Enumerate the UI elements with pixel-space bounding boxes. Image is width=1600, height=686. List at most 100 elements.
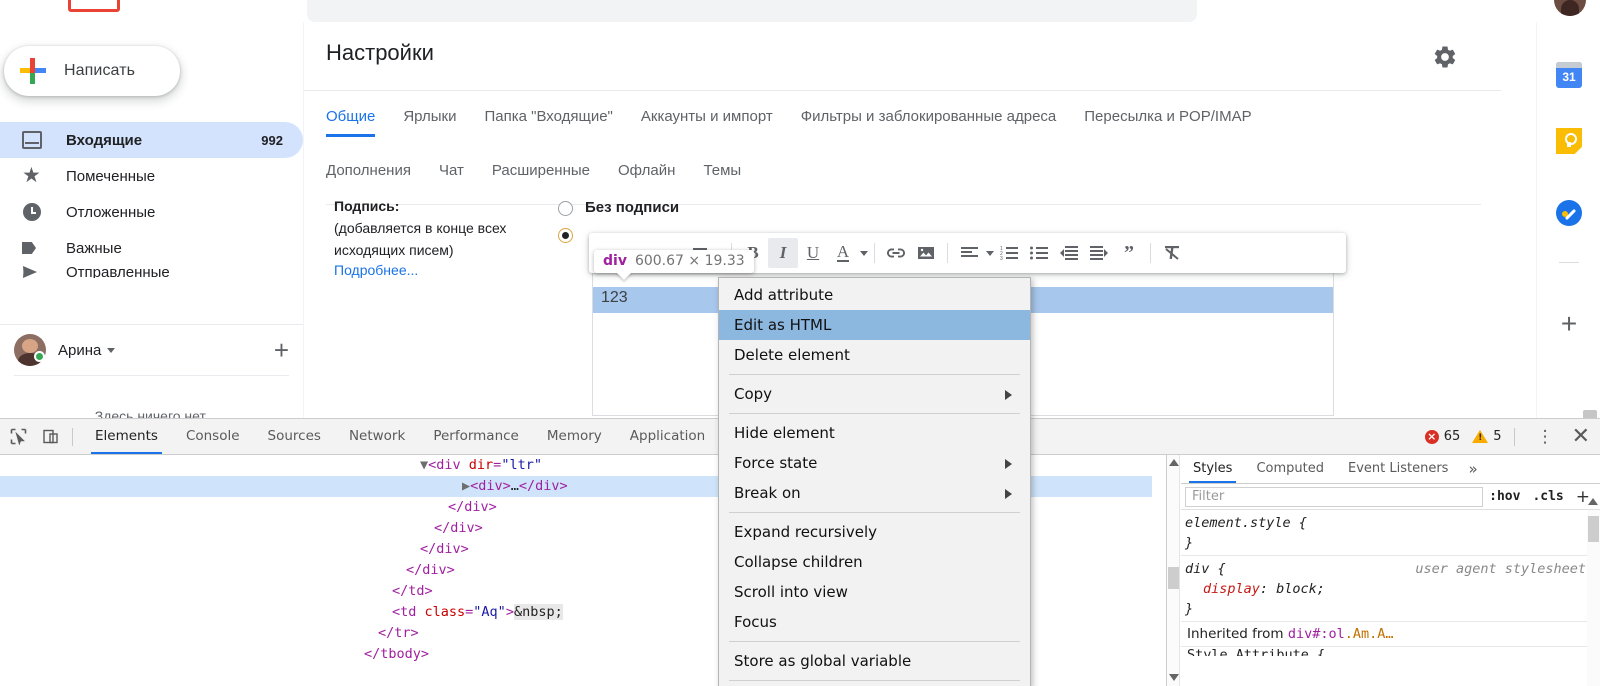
tab-themes[interactable]: Темы — [689, 162, 755, 191]
scroll-up-icon[interactable] — [1169, 459, 1179, 466]
bulleted-list-icon[interactable] — [1024, 238, 1054, 268]
sidebar-item-important[interactable]: Важные — [0, 230, 303, 266]
rule-close-brace: } — [1185, 601, 1194, 617]
rule-close-brace: } — [1185, 535, 1194, 551]
tab-general[interactable]: Общие — [326, 108, 389, 137]
context-menu-item[interactable]: Edit as HTML — [719, 310, 1030, 340]
account-avatar-top[interactable] — [1554, 0, 1586, 16]
error-count-badge[interactable]: × 65 5 — [1424, 429, 1502, 444]
sidebar-item-snoozed[interactable]: Отложенные — [0, 194, 303, 230]
radio-no-signature-label: Без подписи — [585, 199, 680, 216]
context-menu-item[interactable]: Store as global variable — [719, 646, 1030, 676]
styles-tab-event-listeners[interactable]: Event Listeners — [1336, 455, 1460, 483]
numbered-list-icon[interactable]: 123 — [994, 238, 1024, 268]
calendar-icon[interactable]: 31 — [1556, 62, 1582, 88]
chevron-down-icon[interactable] — [107, 347, 116, 353]
devtools-tab-performance[interactable]: Performance — [419, 419, 533, 454]
sidebar-item-inbox[interactable]: Входящие 992 — [0, 122, 303, 158]
close-icon[interactable]: ✕ — [1572, 425, 1590, 447]
style-attribute-row[interactable]: Style Attribute { — [1181, 647, 1600, 656]
italic-button[interactable]: I — [768, 238, 798, 268]
compose-button[interactable]: Написать — [4, 46, 180, 96]
context-menu-item[interactable]: Hide element — [719, 418, 1030, 448]
context-menu-divider — [729, 680, 1020, 681]
underline-button[interactable]: U — [798, 238, 828, 268]
context-menu-item[interactable]: Add attribute — [719, 280, 1030, 310]
radio-no-signature[interactable] — [558, 201, 573, 216]
scroll-down-icon[interactable] — [1169, 674, 1179, 681]
tab-filters-blocked[interactable]: Фильтры и заблокированные адреса — [787, 108, 1071, 137]
styles-right-scrollbar-thumb[interactable] — [1588, 516, 1599, 542]
blockquote-icon[interactable]: ” — [1114, 238, 1144, 268]
keep-icon[interactable] — [1556, 128, 1582, 154]
radio-use-signature[interactable] — [558, 228, 573, 243]
signature-label-block: Подпись: (добавляется в конце всех исход… — [334, 198, 554, 280]
devtools-context-menu[interactable]: Add attribute Edit as HTML Delete element C… — [718, 277, 1031, 686]
class-toggle[interactable]: .cls — [1526, 489, 1569, 504]
chevron-down-icon[interactable] — [860, 250, 868, 256]
rule-declaration[interactable]: display: block; — [1185, 579, 1600, 599]
styles-filter-input[interactable]: Filter — [1185, 486, 1484, 507]
context-menu-item[interactable]: Copy — [719, 379, 1030, 409]
tab-inbox[interactable]: Папка "Входящие" — [470, 108, 626, 137]
context-menu-item[interactable]: Collapse children — [719, 547, 1030, 577]
gear-icon[interactable] — [1432, 44, 1462, 74]
inspect-element-icon[interactable] — [4, 423, 32, 451]
rail-divider — [1559, 262, 1579, 263]
warning-count: 5 — [1493, 429, 1502, 444]
online-status-dot — [34, 351, 45, 362]
insert-image-icon[interactable] — [911, 238, 941, 268]
context-menu-item[interactable]: Expand recursively — [719, 517, 1030, 547]
tasks-icon[interactable] — [1556, 200, 1582, 226]
inherited-tag: div — [1287, 626, 1313, 642]
align-button[interactable] — [954, 238, 984, 268]
styles-left-scrollbar-thumb[interactable] — [1168, 567, 1179, 589]
style-rule-div[interactable]: div { user agent stylesheet display: blo… — [1181, 556, 1600, 622]
devtools-tab-application[interactable]: Application — [616, 419, 719, 454]
context-menu-item[interactable]: Focus — [719, 607, 1030, 637]
devtools-tab-memory[interactable]: Memory — [533, 419, 616, 454]
context-menu-item[interactable]: Delete element — [719, 340, 1030, 370]
more-options-icon[interactable]: ⋮ — [1537, 428, 1554, 445]
context-menu-item[interactable]: Scroll into view — [719, 577, 1030, 607]
styles-tab-styles[interactable]: Styles — [1181, 455, 1244, 483]
remove-formatting-icon[interactable] — [1157, 238, 1187, 268]
toggle-device-toolbar-icon[interactable] — [36, 423, 64, 451]
hover-state-toggle[interactable]: :hov — [1483, 489, 1526, 504]
tab-addons[interactable]: Дополнения — [326, 162, 425, 191]
submenu-arrow-icon — [1005, 489, 1012, 499]
learn-more-link[interactable]: Подробнее... — [334, 262, 418, 278]
context-menu-item[interactable]: Break on — [719, 478, 1030, 508]
sidebar-item-sent[interactable]: Отправленные — [0, 266, 303, 278]
context-menu-item[interactable]: Force state — [719, 448, 1030, 478]
scroll-up-icon[interactable] — [1588, 498, 1598, 505]
account-row[interactable]: Арина + — [0, 325, 303, 375]
gmail-search-bar[interactable] — [307, 0, 1197, 22]
tab-labels[interactable]: Ярлыки — [389, 108, 470, 137]
devtools-tab-network[interactable]: Network — [335, 419, 419, 454]
devtools-tab-elements[interactable]: Elements — [81, 419, 172, 454]
tab-forwarding-pop-imap[interactable]: Пересылка и POP/IMAP — [1070, 108, 1265, 137]
tab-advanced[interactable]: Расширенные — [478, 162, 604, 191]
styles-left-scrollbar[interactable] — [1167, 455, 1180, 686]
style-rule-element-style[interactable]: element.style { } — [1181, 510, 1600, 556]
devtools-tab-sources[interactable]: Sources — [254, 419, 335, 454]
add-contact-button[interactable]: + — [274, 337, 289, 363]
tab-offline[interactable]: Офлайн — [604, 162, 689, 191]
tab-chat[interactable]: Чат — [425, 162, 478, 191]
devtools-tab-console[interactable]: Console — [172, 419, 254, 454]
gmail-sidebar: Написать Входящие 992 ★ Помеченные Отлож… — [0, 22, 303, 442]
add-addon-button[interactable]: + — [1556, 310, 1582, 338]
sidebar-item-label: Отложенные — [66, 203, 156, 221]
sidebar-item-starred[interactable]: ★ Помеченные — [0, 158, 303, 194]
styles-right-scrollbar[interactable] — [1587, 498, 1600, 686]
increase-indent-icon[interactable] — [1084, 238, 1114, 268]
styles-tab-computed[interactable]: Computed — [1244, 455, 1336, 483]
tab-accounts-import[interactable]: Аккаунты и импорт — [627, 108, 787, 137]
chevron-down-icon[interactable] — [986, 250, 994, 256]
toolbar-divider — [874, 243, 875, 263]
insert-link-icon[interactable] — [881, 238, 911, 268]
more-tabs-icon[interactable]: » — [1460, 460, 1485, 478]
decrease-indent-icon[interactable] — [1054, 238, 1084, 268]
text-color-button[interactable]: A — [828, 238, 858, 268]
